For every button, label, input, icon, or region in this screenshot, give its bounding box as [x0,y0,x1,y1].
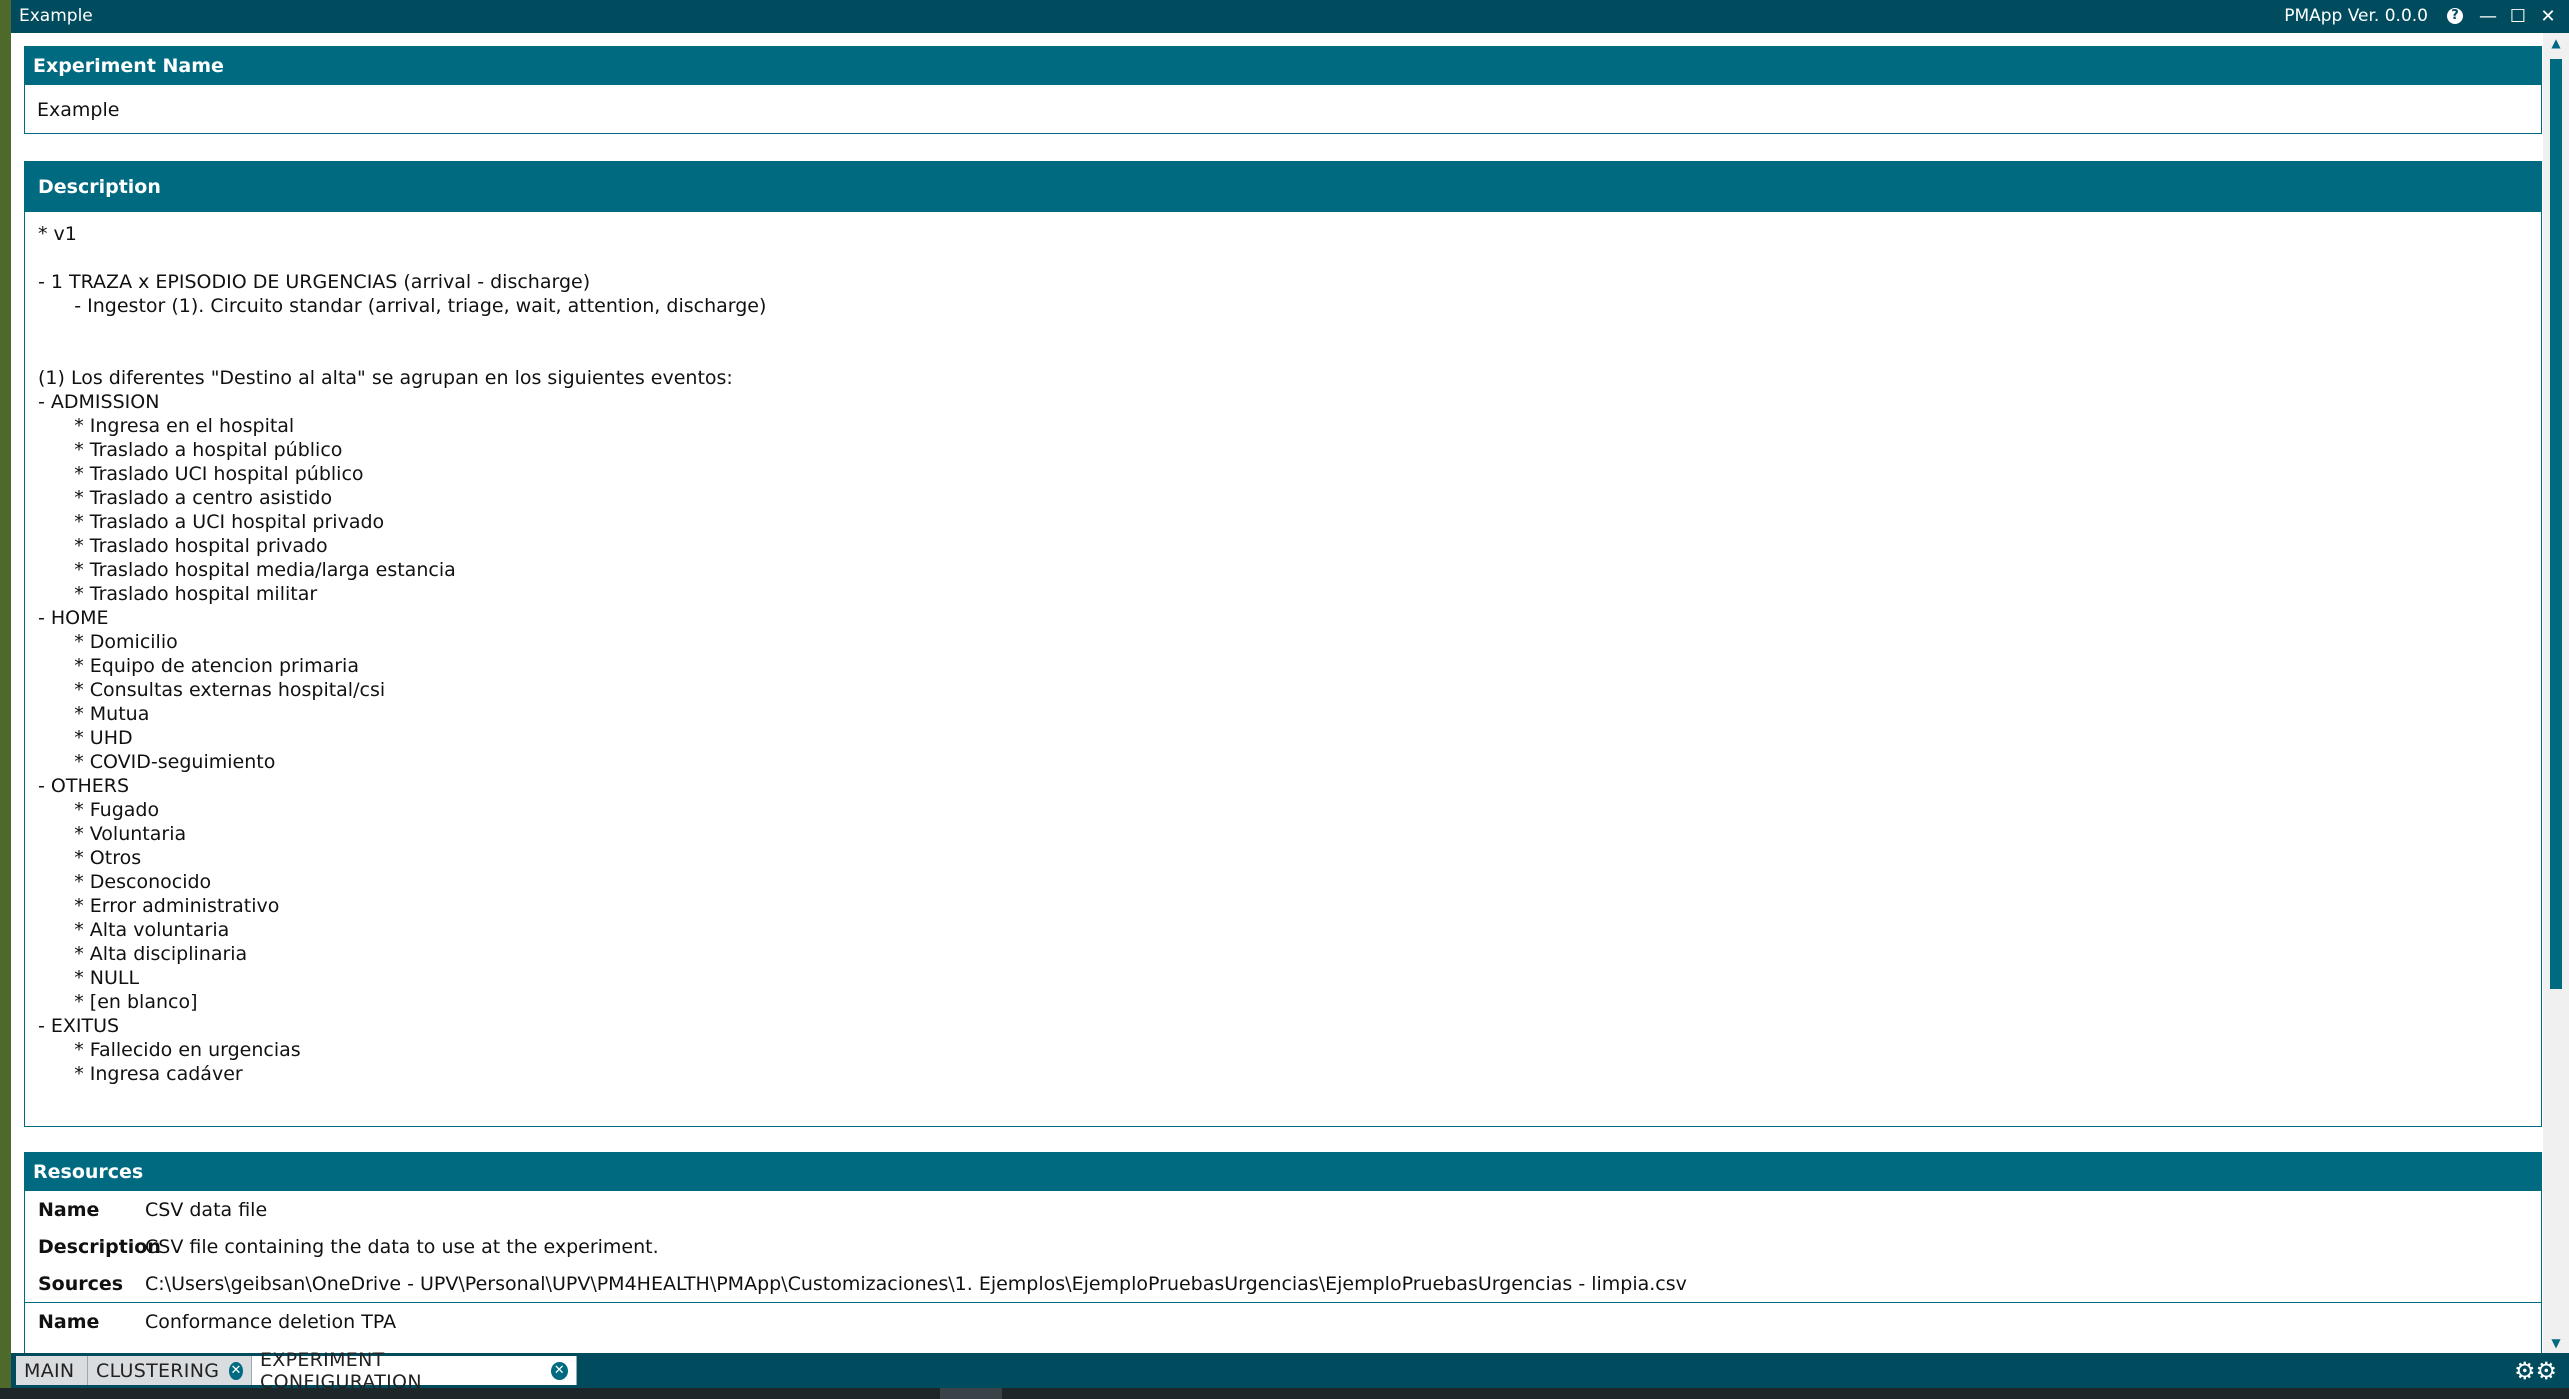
resource-sources-value: C:\Users\geibsan\OneDrive - UPV\Personal… [145,1272,1687,1295]
close-tab-icon[interactable]: ✕ [229,1361,243,1380]
description-header: Description [25,162,2541,212]
resource-name-value: Conformance deletion TPA [145,1310,397,1333]
taskbar [0,1388,2569,1399]
scroll-down-icon[interactable]: ▼ [2543,1333,2569,1353]
description-field[interactable]: * v1 - 1 TRAZA x EPISODIO DE URGENCIAS (… [25,212,2541,1096]
desktop-background-strip [0,0,11,1399]
tab-clustering[interactable]: CLUSTERING ✕ [88,1356,252,1385]
resource-name-label: Name [38,1198,100,1221]
resource-name-value: CSV data file [145,1198,268,1221]
scroll-up-icon[interactable]: ▲ [2543,33,2569,53]
taskbar-indicator [940,1388,1002,1399]
help-icon[interactable]: ? [2442,2,2468,30]
experiment-name-header: Experiment Name [25,47,2541,85]
resource-item[interactable]: Name CSV data file Description CSV file … [25,1191,2541,1302]
tab-label: MAIN [24,1359,75,1382]
close-icon[interactable]: ✕ [2535,2,2561,30]
title-bar: Example PMApp Ver. 0.0.0 ? — ☐ ✕ [11,0,2569,33]
settings-gear-icon[interactable]: ⚙⚙ [2514,1357,2557,1385]
resource-description-label: Description [38,1235,161,1258]
tab-experiment-configuration[interactable]: EXPERIMENT CONFIGURATION ✕ [252,1349,577,1393]
tab-label: EXPERIMENT CONFIGURATION [260,1348,422,1393]
experiment-name-section: Experiment Name Example [24,46,2542,134]
app-version: PMApp Ver. 0.0.0 [2284,6,2428,26]
scrollbar-thumb[interactable] [2550,59,2562,989]
resource-description-value: CSV file containing the data to use at t… [145,1235,659,1258]
tab-label: CLUSTERING [96,1359,220,1382]
maximize-icon[interactable]: ☐ [2505,2,2531,30]
tab-bar: MAIN CLUSTERING ✕ EXPERIMENT CONFIGURATI… [11,1349,2569,1393]
resource-item[interactable]: Name Conformance deletion TPA [25,1303,2541,1340]
resource-name-label: Name [38,1310,100,1333]
resource-sources-label: Sources [38,1272,124,1295]
tab-main[interactable]: MAIN [16,1356,88,1385]
app-window: Example PMApp Ver. 0.0.0 ? — ☐ ✕ Experim… [11,0,2569,1393]
close-tab-icon[interactable]: ✕ [550,1361,568,1380]
vertical-scrollbar[interactable]: ▲ ▼ [2543,33,2569,1353]
resources-section: Resources Name CSV data file Description… [24,1152,2542,1353]
window-title: Example [19,6,93,26]
experiment-name-field[interactable]: Example [25,85,2541,135]
description-section: Description * v1 - 1 TRAZA x EPISODIO DE… [24,161,2542,1127]
resources-header: Resources [25,1153,2541,1191]
main-content: Experiment Name Example Description * v1… [11,33,2543,1353]
minimize-icon[interactable]: — [2475,2,2501,30]
